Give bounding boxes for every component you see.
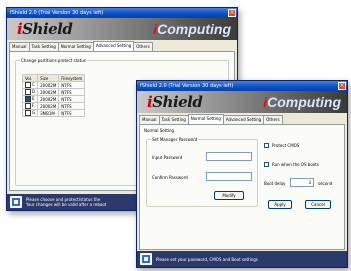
tab-panel: Normal Setting Set Manager Password Inpu…	[139, 124, 345, 250]
tab-advanced-setting[interactable]: Advanced Setting	[222, 115, 265, 124]
input-password-field[interactable]	[206, 152, 252, 161]
brand-banner: iShield iComputing	[137, 91, 347, 113]
row-checkbox[interactable]	[25, 103, 31, 109]
confirm-password-field[interactable]	[206, 172, 252, 181]
tab-others[interactable]: Others	[133, 42, 153, 51]
info-icon	[140, 253, 152, 265]
table-row[interactable]: E 20002M NTFS	[21, 95, 86, 103]
shield-logo: iShield	[147, 93, 203, 111]
table-row[interactable]: F 20002M NTFS	[21, 102, 86, 110]
boot-delay-unit: second	[318, 181, 333, 186]
protect-cmos-label: Protect CMOS	[272, 143, 300, 148]
column-header-filesystem: Filesystem	[58, 74, 86, 82]
password-group-title: Set Manager Password	[151, 137, 199, 142]
tab-normal-setting[interactable]: Normal Setting	[187, 114, 224, 124]
tab-manual[interactable]: Manual	[9, 42, 30, 51]
tab-manual[interactable]: Manual	[139, 115, 160, 124]
info-icon	[10, 196, 22, 208]
tab-task-setting[interactable]: Task Setting	[158, 115, 189, 124]
boot-delay-input[interactable]: 3	[290, 178, 314, 187]
group-title: Change partitions protect status	[20, 58, 87, 63]
window-title: fShield 2.0 (Trial Version 30 days left)	[140, 83, 234, 89]
apply-button[interactable]: Apply	[268, 200, 292, 209]
window-title: fShield 2.0 (Trial Version 30 days left)	[10, 10, 104, 16]
tab-task-setting[interactable]: Task Setting	[28, 42, 59, 51]
cancel-button[interactable]: Cancel	[305, 200, 331, 209]
row-checkbox-checked[interactable]	[25, 96, 31, 102]
tab-advanced-setting[interactable]: Advanced Setting	[92, 41, 135, 51]
boot-delay-label: Boot delay	[264, 181, 286, 186]
title-bar[interactable]: fShield 2.0 (Trial Version 30 days left)…	[7, 8, 237, 18]
tab-strip: Manual Task Setting Normal Setting Advanced…	[137, 114, 347, 124]
run-when-os-boots-checkbox[interactable]	[264, 162, 269, 167]
shield-logo: iShield	[17, 20, 73, 38]
protect-cmos-checkbox[interactable]	[264, 143, 269, 148]
table-row[interactable]: G 3MB1M NTFS	[21, 109, 86, 117]
tab-others[interactable]: Others	[263, 115, 283, 124]
computing-logo: iComputing	[153, 21, 231, 37]
section-label: Normal Setting	[144, 128, 175, 133]
status-line-2: Your changes will be valid after a reboo…	[26, 202, 107, 207]
tab-strip: Manual Task Setting Normal Setting Advanced…	[7, 41, 237, 51]
run-when-os-boots-label: Run when the OS boots	[272, 162, 319, 167]
row-checkbox[interactable]	[25, 89, 31, 95]
table-row[interactable]: C 20002M NTFS	[21, 81, 86, 89]
modify-button[interactable]: Modify	[214, 191, 244, 200]
row-checkbox[interactable]	[25, 82, 31, 88]
table-row[interactable]: D 20002M NTFS	[21, 88, 86, 96]
computing-logo: iComputing	[263, 94, 341, 110]
normal-setting-window: fShield 2.0 (Trial Version 30 days left)…	[136, 80, 348, 268]
close-icon[interactable]: ×	[228, 9, 236, 17]
column-header-vol: Vol.	[21, 74, 39, 82]
column-header-size: Size	[37, 74, 60, 82]
confirm-password-label: Confirm Password	[152, 175, 188, 180]
title-bar[interactable]: fShield 2.0 (Trial Version 30 days left)…	[137, 81, 347, 91]
tab-normal-setting[interactable]: Normal Setting	[57, 42, 94, 51]
brand-banner: iShield iComputing	[7, 18, 237, 40]
close-icon[interactable]: ×	[338, 82, 346, 90]
partition-table: Vol. Size Filesystem C 20002M NTFS D 200…	[21, 74, 86, 117]
input-password-label: Input Password	[152, 155, 183, 160]
status-bar: Please set your password, CMOS and Boot …	[137, 251, 347, 267]
status-text: Please set your password, CMOS and Boot …	[156, 257, 258, 262]
row-checkbox[interactable]	[25, 110, 31, 116]
